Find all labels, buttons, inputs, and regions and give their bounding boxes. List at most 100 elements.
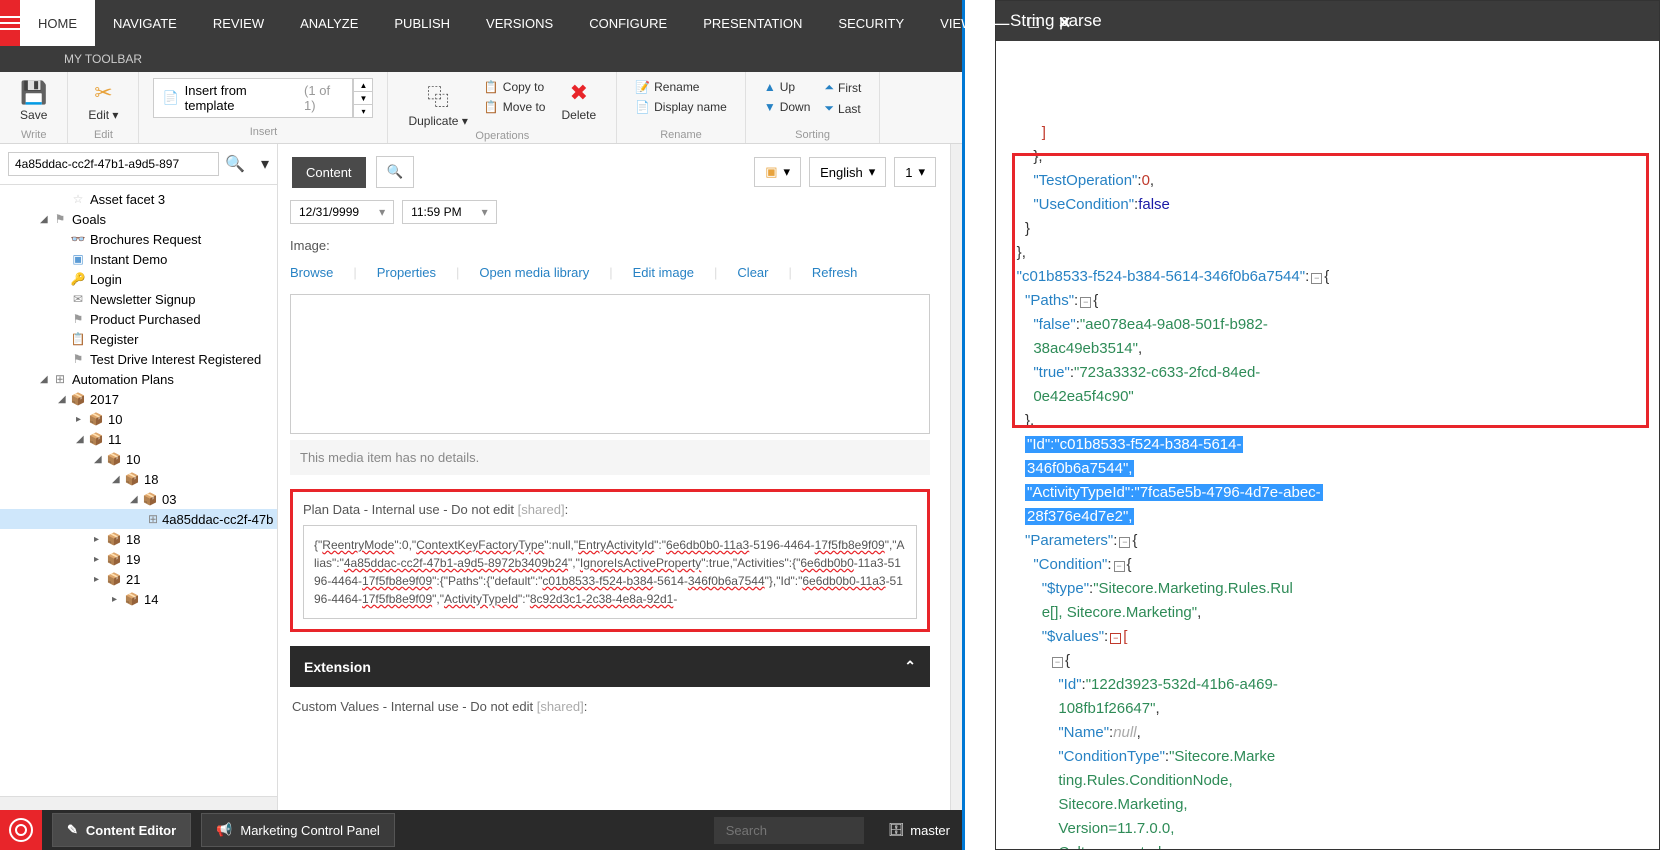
up-button[interactable]: ▲Up [760, 78, 815, 96]
tree-item-instant-demo[interactable]: ▣Instant Demo [0, 249, 277, 269]
clear-link[interactable]: Clear [737, 265, 768, 280]
plan-icon: ⊞ [148, 511, 158, 527]
menu-view[interactable]: VIEW [922, 0, 991, 46]
edit-button[interactable]: ✂Edit ▾ [82, 78, 124, 124]
close-icon[interactable]: ✕ [1058, 13, 1071, 33]
tree-item-21[interactable]: ▸📦21 [0, 569, 277, 589]
content-search-button[interactable]: 🔍 [376, 156, 415, 188]
menu-analyze[interactable]: ANALYZE [282, 0, 376, 46]
titlebar: HOME NAVIGATE REVIEW ANALYZE PUBLISH VER… [0, 0, 962, 46]
open-media-link[interactable]: Open media library [479, 265, 589, 280]
bucket-icon: ▣ [765, 164, 777, 180]
search-dropdown-icon[interactable]: ▾ [261, 154, 269, 174]
collapse-icon[interactable]: ◢ [40, 374, 52, 385]
tree-item-2017[interactable]: ◢📦2017 [0, 389, 277, 409]
editor-panel: Content 🔍 ▣▾ English▾ 1▾ 12/31/9999▾ 11:… [278, 144, 950, 810]
delete-button[interactable]: ✖Delete [555, 78, 602, 130]
time-input[interactable]: 11:59 PM▾ [402, 200, 497, 224]
collapse-icon[interactable]: ◢ [112, 474, 124, 485]
bottom-search-input[interactable] [714, 817, 864, 844]
duplicate-button[interactable]: ⿻Duplicate ▾ [402, 78, 473, 130]
maximize-icon[interactable]: ☐ [1027, 15, 1040, 32]
edit-image-link[interactable]: Edit image [633, 265, 694, 280]
tree-horizontal-scrollbar[interactable] [0, 796, 277, 810]
my-toolbar[interactable]: MY TOOLBAR [0, 46, 962, 72]
menu-security[interactable]: SECURITY [820, 0, 922, 46]
tree-item-11[interactable]: ◢📦11 [0, 429, 277, 449]
collapse-icon[interactable]: ◢ [40, 214, 52, 225]
folder-icon: 📦 [70, 391, 86, 407]
expand-icon[interactable]: ▸ [112, 594, 124, 605]
tree-item-10b[interactable]: ◢📦10 [0, 449, 277, 469]
collapse-icon[interactable]: ◢ [130, 494, 142, 505]
content-tab-button[interactable]: Content [292, 157, 366, 188]
chevron-down-icon: ▾ [869, 164, 876, 180]
vertical-scrollbar[interactable] [950, 144, 962, 810]
content-scroll[interactable]: 12/31/9999▾ 11:59 PM▾ Image: Browse| Pro… [278, 200, 950, 810]
tree-item-test-drive[interactable]: ⚑Test Drive Interest Registered [0, 349, 277, 369]
expand-icon[interactable]: ▸ [94, 574, 106, 585]
browse-link[interactable]: Browse [290, 265, 333, 280]
expand-icon[interactable]: ▸ [76, 414, 88, 425]
save-button[interactable]: 💾Save [14, 78, 53, 124]
tree-item-18b[interactable]: ▸📦18 [0, 529, 277, 549]
collapse-icon[interactable]: ◢ [94, 454, 106, 465]
menu-home[interactable]: HOME [20, 0, 95, 46]
tree-item-goals[interactable]: ◢⚑Goals [0, 209, 277, 229]
down-button[interactable]: ▼Down [760, 98, 815, 116]
plan-data-textarea[interactable]: {"ReentryMode":0,"ContextKeyFactoryType"… [303, 525, 917, 619]
refresh-link[interactable]: Refresh [812, 265, 858, 280]
expand-icon[interactable]: ▸ [94, 554, 106, 565]
menu-review[interactable]: REVIEW [195, 0, 282, 46]
menu-configure[interactable]: CONFIGURE [571, 0, 685, 46]
version-dropdown[interactable]: 1▾ [894, 157, 936, 187]
properties-link[interactable]: Properties [377, 265, 436, 280]
folder-icon: 📦 [106, 551, 122, 567]
tree-item-asset-facet[interactable]: ☆Asset facet 3 [0, 189, 277, 209]
first-button[interactable]: ⏶First [820, 78, 865, 97]
search-input[interactable] [8, 152, 219, 176]
database-indicator[interactable]: 🗄master [888, 822, 950, 838]
tree-item-brochures[interactable]: 👓Brochures Request [0, 229, 277, 249]
move-to-button[interactable]: 📋Move to [480, 98, 550, 116]
insert-from-template[interactable]: 📄Insert from template(1 of 1) [153, 78, 353, 118]
menu-versions[interactable]: VERSIONS [468, 0, 571, 46]
tree-item-03[interactable]: ◢📦03 [0, 489, 277, 509]
tree-item-newsletter[interactable]: ✉Newsletter Signup [0, 289, 277, 309]
folder-icon: 📦 [106, 451, 122, 467]
hamburger-menu[interactable] [0, 0, 20, 46]
json-tree-view[interactable]: ] }, "TestOperation":0, "UseCondition":f… [996, 41, 1659, 849]
language-dropdown[interactable]: English▾ [809, 157, 886, 187]
down-icon: ▼ [764, 100, 776, 114]
marketing-panel-tab[interactable]: 📢Marketing Control Panel [201, 813, 395, 847]
sitecore-logo[interactable] [0, 810, 42, 850]
collapse-icon[interactable]: ◢ [58, 394, 70, 405]
insert-spinner[interactable]: ▲▼▾ [353, 78, 373, 118]
tree-item-product-purchased[interactable]: ⚑Product Purchased [0, 309, 277, 329]
sitecore-content-editor: HOME NAVIGATE REVIEW ANALYZE PUBLISH VER… [0, 0, 965, 850]
menu-navigate[interactable]: NAVIGATE [95, 0, 195, 46]
key-icon: 🔑 [70, 271, 86, 287]
tree-item-automation-plans[interactable]: ◢⊞Automation Plans [0, 369, 277, 389]
tree-item-14[interactable]: ▸📦14 [0, 589, 277, 609]
copy-to-button[interactable]: 📋Copy to [480, 78, 550, 96]
menu-publish[interactable]: PUBLISH [376, 0, 468, 46]
expand-icon[interactable]: ▸ [94, 534, 106, 545]
tree-item-10[interactable]: ▸📦10 [0, 409, 277, 429]
content-editor-tab[interactable]: ✎Content Editor [52, 813, 191, 847]
minimize-icon[interactable]: — [991, 13, 1009, 34]
bucket-dropdown[interactable]: ▣▾ [754, 157, 801, 187]
display-name-button[interactable]: 📄Display name [631, 98, 731, 116]
collapse-icon[interactable]: ◢ [76, 434, 88, 445]
menu-presentation[interactable]: PRESENTATION [685, 0, 820, 46]
tree-item-19[interactable]: ▸📦19 [0, 549, 277, 569]
search-icon[interactable]: 🔍 [225, 154, 245, 174]
tree-item-register[interactable]: 📋Register [0, 329, 277, 349]
tree-item-login[interactable]: 🔑Login [0, 269, 277, 289]
tree-item-selected-plan[interactable]: ⊞4a85ddac-cc2f-47b [0, 509, 277, 529]
last-button[interactable]: ⏷Last [820, 99, 865, 118]
tree-item-18[interactable]: ◢📦18 [0, 469, 277, 489]
extension-section-header[interactable]: Extension⌃ [290, 646, 930, 687]
rename-button[interactable]: 📝Rename [631, 78, 731, 96]
date-input[interactable]: 12/31/9999▾ [290, 200, 394, 224]
